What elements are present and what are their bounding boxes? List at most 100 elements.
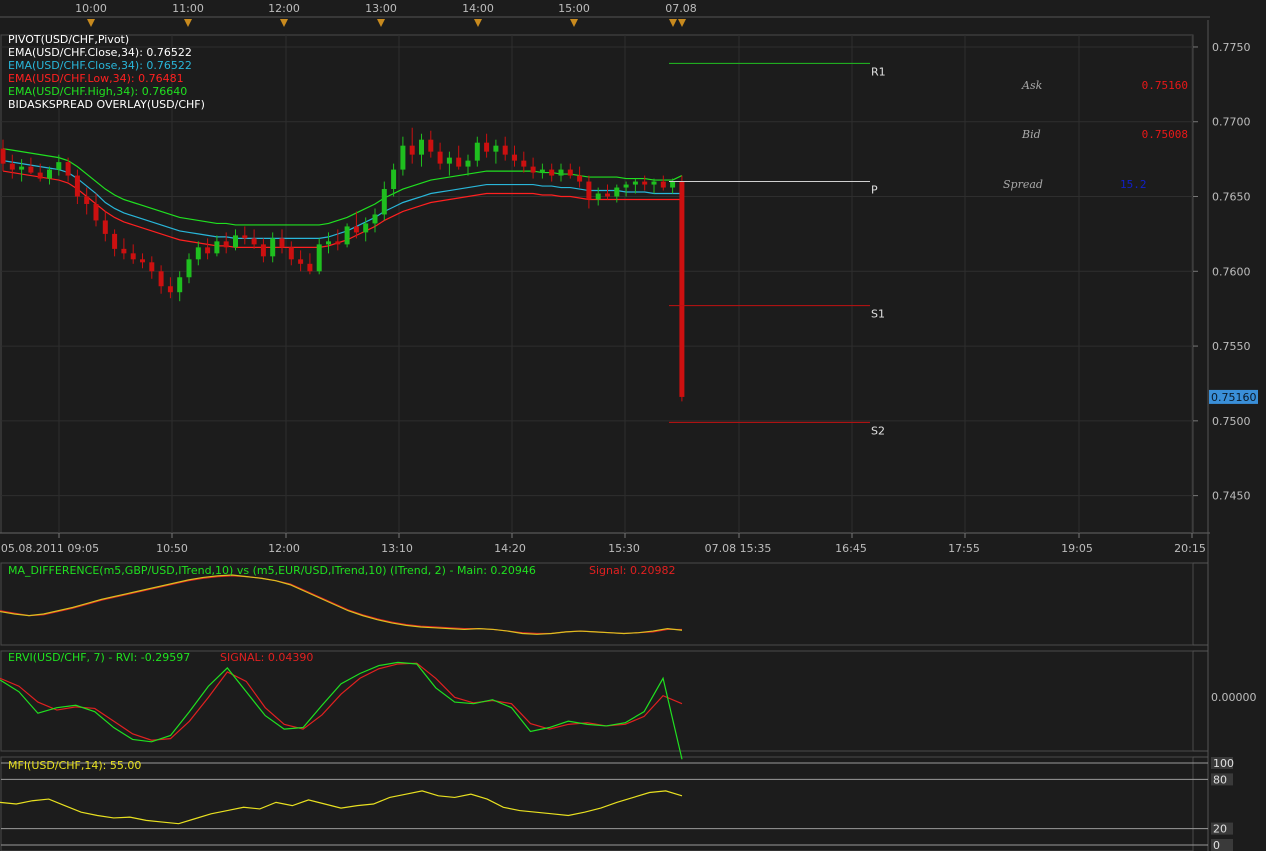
candle-body	[660, 181, 666, 188]
candle-body	[102, 220, 108, 234]
candle-body	[409, 145, 415, 155]
mfi-level-label: 80	[1213, 773, 1227, 786]
bottom-time-label: 07.08 15:35	[705, 542, 772, 555]
candle-body	[186, 259, 192, 278]
bottom-time-label: 14:20	[494, 542, 526, 555]
candle-body	[177, 277, 183, 293]
candle-body	[130, 253, 136, 260]
mfi-level-label: 100	[1213, 757, 1234, 770]
candle-body	[484, 142, 490, 152]
candle-body	[670, 181, 676, 188]
bid-value: 0.75008	[1142, 128, 1188, 141]
candle-body	[195, 247, 201, 260]
candle-body	[158, 271, 164, 287]
candle-body	[549, 169, 555, 176]
ask-label: Ask	[1021, 79, 1043, 92]
top-time-label: 15:00	[558, 2, 590, 15]
candle-body	[47, 169, 52, 179]
bottom-time-label: 20:15	[1174, 542, 1206, 555]
trading-chart[interactable]: 0.7750 0.7700 0.7650 0.7600 0.7550 0.7500 0.74…	[0, 0, 1266, 851]
y-tick-label: 0.7550	[1212, 340, 1251, 353]
candle-body	[37, 172, 43, 179]
candle-body	[595, 193, 601, 200]
candle-body	[465, 160, 471, 167]
bottom-time-label: 16:45	[835, 542, 867, 555]
candle-body	[93, 203, 99, 221]
legend-line: EMA(USD/CHF.High,34): 0.76640	[8, 85, 187, 98]
candle-body	[9, 163, 15, 170]
y-tick-label: 0.7750	[1212, 41, 1251, 54]
ma-diff-signal-text: Signal: 0.20982	[589, 564, 675, 577]
y-tick-label: 0.7600	[1212, 265, 1251, 278]
bid-label: Bid	[1021, 128, 1041, 141]
candle-body	[512, 154, 517, 161]
pivot-label-r1: R1	[871, 65, 886, 78]
bottom-time-label: 10:50	[156, 542, 188, 555]
candle-body	[614, 187, 620, 197]
candle-body	[298, 259, 304, 264]
candle-body	[586, 181, 592, 200]
candle-body	[242, 235, 248, 239]
y-tick-label: 0.7500	[1212, 415, 1251, 428]
top-time-label: 07.08	[665, 2, 697, 15]
candle-body	[84, 196, 90, 204]
bottom-time-label: 19:05	[1061, 542, 1093, 555]
candle-body	[651, 181, 657, 185]
candle-body	[288, 247, 294, 260]
candle-body	[493, 145, 499, 152]
pivot-label-p: P	[871, 184, 878, 197]
current-price-value: 0.75160	[1211, 391, 1257, 404]
candle-body	[446, 157, 452, 164]
mfi-level-label: 0	[1213, 839, 1220, 851]
pivot-label-s2: S2	[871, 424, 885, 437]
y-tick-label: 0.7700	[1212, 116, 1251, 129]
candle-body	[577, 175, 583, 182]
candle-body	[456, 157, 462, 167]
candle-body	[223, 241, 229, 248]
candle-body	[121, 248, 127, 254]
candle-body	[474, 142, 480, 161]
legend-line: BIDASKSPREAD OVERLAY(USD/CHF)	[8, 98, 205, 111]
candle-body	[251, 238, 257, 245]
candle-body	[437, 151, 443, 164]
legend-line: EMA(USD/CHF.Close,34): 0.76522	[8, 59, 192, 72]
mfi-level-label: 20	[1213, 823, 1227, 836]
legend-line: EMA(USD/CHF.Close,34): 0.76522	[8, 46, 192, 59]
bottom-time-label: 12:00	[268, 542, 300, 555]
candle-body	[326, 241, 331, 245]
bottom-time-label: 05.08.2011 09:05	[1, 542, 99, 555]
bottom-time-label: 17:55	[948, 542, 980, 555]
candle-body	[353, 226, 359, 233]
spread-value: 15.2	[1120, 178, 1147, 191]
candle-body	[679, 181, 685, 397]
candle-body	[65, 162, 71, 176]
y-tick-label: 0.7450	[1212, 490, 1251, 503]
candle-body	[381, 189, 387, 215]
candle-body	[632, 181, 638, 185]
candle-body	[363, 223, 369, 233]
candle-body	[0, 148, 6, 164]
candle-body	[270, 238, 276, 257]
candle-body	[335, 241, 341, 245]
candle-body	[391, 169, 397, 190]
mfi-title: MFI(USD/CHF,14): 55.00	[8, 759, 141, 772]
candle-body	[167, 286, 173, 293]
ervi-zero-label: 0.00000	[1211, 691, 1257, 704]
candle-body	[74, 175, 80, 197]
candle-body	[530, 166, 536, 173]
candle-body	[279, 238, 285, 248]
candle-body	[233, 235, 238, 248]
candle-body	[149, 262, 155, 272]
spread-label: Spread	[1003, 178, 1043, 191]
top-time-label: 13:00	[365, 2, 397, 15]
bottom-time-label: 13:10	[381, 542, 413, 555]
ervi-title: ERVI(USD/CHF, 7) - RVI: -0.29597	[8, 651, 190, 664]
candle-body	[28, 166, 34, 173]
candle-body	[623, 184, 629, 188]
candle-body	[140, 259, 145, 263]
top-time-label: 10:00	[75, 2, 107, 15]
candle-body	[567, 169, 573, 176]
candle-body	[112, 233, 118, 249]
y-tick-label: 0.7650	[1212, 191, 1251, 204]
candle-body	[521, 160, 527, 167]
